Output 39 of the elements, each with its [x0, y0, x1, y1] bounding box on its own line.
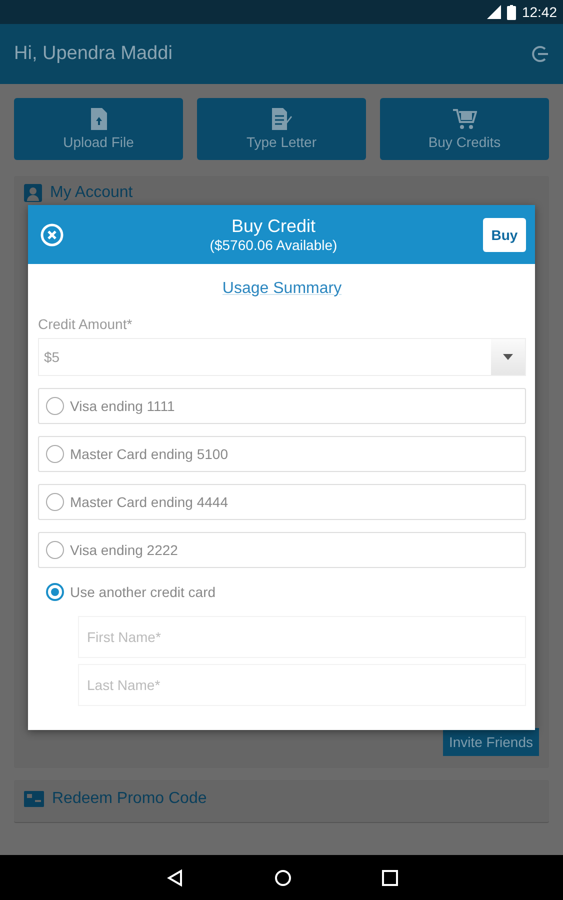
payment-option[interactable]: Use another credit card — [38, 574, 526, 610]
amount-select[interactable]: $5 — [38, 338, 526, 376]
gift-card-icon — [24, 791, 44, 807]
name-field[interactable]: Last Name* — [78, 664, 526, 706]
section-title: My Account — [50, 184, 133, 202]
usage-summary-link[interactable]: Usage Summary — [222, 280, 342, 298]
field-label: Credit Amount* — [38, 316, 134, 332]
home-icon[interactable] — [274, 868, 292, 886]
radio-button[interactable] — [46, 493, 64, 511]
payment-option[interactable]: Master Card ending 5100 — [38, 436, 526, 472]
section-title[interactable]: Redeem Promo Code — [52, 790, 207, 808]
radio-button[interactable] — [46, 541, 64, 559]
signal-icon — [486, 5, 501, 19]
caret-icon — [503, 354, 513, 360]
action-button[interactable]: Upload File — [14, 98, 183, 160]
invite-button[interactable]: Invite Friends — [442, 728, 539, 756]
dialog-title: Buy Credit — [231, 216, 316, 237]
radio-button[interactable] — [46, 445, 64, 463]
name-field[interactable]: First Name* — [78, 616, 526, 658]
file-upload-icon — [90, 108, 106, 130]
close-icon[interactable] — [40, 222, 64, 246]
back-icon[interactable] — [166, 868, 184, 886]
cart-icon — [452, 108, 476, 130]
radio-button[interactable] — [46, 583, 64, 601]
clock-time: 12:42 — [522, 4, 557, 20]
payment-option[interactable]: Visa ending 1111 — [38, 388, 526, 424]
payment-option[interactable]: Visa ending 2222 — [38, 532, 526, 568]
user-icon — [24, 184, 42, 202]
buy-button[interactable]: Buy — [483, 218, 526, 252]
document-edit-icon — [272, 108, 292, 130]
radio-button[interactable] — [46, 397, 64, 415]
logout-icon[interactable] — [531, 45, 549, 63]
available-balance: ($5760.06 Available) — [210, 237, 338, 253]
payment-option[interactable]: Master Card ending 4444 — [38, 484, 526, 520]
recents-icon[interactable] — [382, 870, 398, 886]
action-button[interactable]: Buy Credits — [380, 98, 549, 160]
greeting-title: Hi, Upendra Maddi — [14, 43, 172, 65]
battery-icon — [506, 4, 516, 20]
action-button[interactable]: Type Letter — [197, 98, 366, 160]
